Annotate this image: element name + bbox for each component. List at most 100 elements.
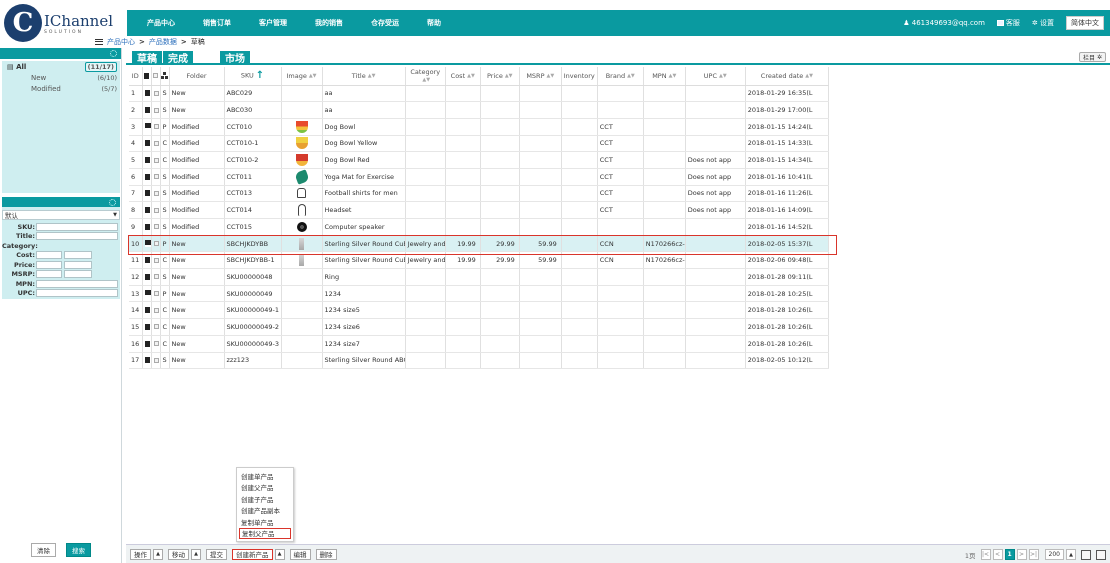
row-select[interactable] <box>151 268 161 286</box>
row-flag[interactable] <box>142 235 152 253</box>
row-select[interactable] <box>151 185 161 203</box>
col-brand[interactable]: Brand ▲▼ <box>597 67 644 86</box>
row-flag[interactable] <box>142 151 152 169</box>
row-select[interactable] <box>151 135 161 153</box>
settings-link[interactable]: ✲ 设置 <box>1032 18 1054 28</box>
table-row[interactable]: 16 C New SKU00000049-3 1234 size7 2018-01-28 … <box>129 335 830 353</box>
row-image[interactable] <box>281 151 323 169</box>
nav-my-sales[interactable]: 我的销售 <box>315 18 343 28</box>
create-dropdown-arrow[interactable]: ▲ <box>274 548 285 560</box>
col-msrp[interactable]: MSRP ▲▼ <box>519 67 562 86</box>
col-created[interactable]: Created date ▲▼ <box>745 67 830 86</box>
row-image[interactable] <box>281 118 323 136</box>
row-image[interactable] <box>281 318 323 336</box>
page-size-arrow[interactable]: ▲ <box>1066 549 1076 560</box>
row-image[interactable] <box>281 235 323 253</box>
cost-min-input[interactable] <box>36 251 62 259</box>
row-flag[interactable] <box>142 185 152 203</box>
menu-create-parent[interactable]: 创建父产品 <box>237 482 293 494</box>
tab-market[interactable]: 市场 <box>220 51 250 65</box>
row-image[interactable] <box>281 135 323 153</box>
row-select[interactable] <box>151 301 161 320</box>
row-select[interactable] <box>151 168 161 186</box>
row-image[interactable] <box>281 251 323 270</box>
table-row[interactable]: 14 C New SKU00000049-1 1234 size5 2018-01-28 … <box>129 301 830 320</box>
table-row[interactable]: 11 C New SBCHJKDYBB-1 Sterling Silver Round … <box>129 251 830 270</box>
col-upc[interactable]: UPC ▲▼ <box>685 67 746 86</box>
create-product-button[interactable]: 创建新产品 <box>232 548 273 560</box>
row-image[interactable] <box>281 285 323 303</box>
table-row[interactable]: 2 S New ABC030 aa 2018-01-29 17:00(L <box>129 101 830 119</box>
cost-max-input[interactable] <box>64 251 92 259</box>
table-row[interactable]: 13 P New SKU00000049 1234 2018-01-28 10:25(L <box>129 285 830 303</box>
table-row[interactable]: 12 S New SKU00000048 Ring 2018-01-28 09:11(L <box>129 268 830 286</box>
menu-copy-single[interactable]: 复制单产品 <box>237 516 293 528</box>
row-select[interactable] <box>151 101 161 119</box>
row-select[interactable] <box>151 335 161 353</box>
nav-help[interactable]: 帮助 <box>427 18 441 28</box>
table-row[interactable]: 17 S New zzz123 Sterling Silver Round ABC 201… <box>129 352 830 370</box>
gear-icon[interactable] <box>110 50 117 57</box>
row-select[interactable] <box>151 235 161 253</box>
col-inventory[interactable]: Inventory <box>561 67 598 86</box>
row-flag[interactable] <box>142 118 152 136</box>
row-flag[interactable] <box>142 101 152 119</box>
menu-create-single[interactable]: 创建单产品 <box>237 470 293 482</box>
save-icon[interactable] <box>1081 549 1091 560</box>
nav-customers[interactable]: 客户管理 <box>259 18 287 28</box>
col-id[interactable]: ID <box>129 67 143 86</box>
delete-button[interactable]: 删除 <box>315 548 337 560</box>
row-select[interactable] <box>151 85 161 103</box>
row-flag[interactable] <box>142 251 152 270</box>
price-min-input[interactable] <box>36 260 62 269</box>
menu-create-copy[interactable]: 创建产品副本 <box>237 505 293 517</box>
table-row[interactable]: 4 C Modified CCT010-1 Dog Bowl Yellow CCT 2018… <box>129 135 830 153</box>
clear-button[interactable]: 清除 <box>31 543 56 557</box>
table-row[interactable]: 15 C New SKU00000049-2 1234 size6 2018-01-28 … <box>129 318 830 336</box>
msrp-min-input[interactable] <box>36 270 62 278</box>
row-image[interactable] <box>281 185 323 203</box>
nav-product-center[interactable]: 产品中心 <box>147 18 175 28</box>
col-flag[interactable] <box>142 67 152 86</box>
search-preset-select[interactable]: 默认 ▼ <box>2 210 120 220</box>
title-input[interactable] <box>36 232 118 240</box>
col-title[interactable]: Title ▲▼ <box>322 67 406 86</box>
row-select[interactable] <box>151 251 161 270</box>
table-row[interactable]: 8 S Modified CCT014 Headset CCT Does not app 20… <box>129 201 830 219</box>
move-button[interactable]: 移动 <box>168 548 189 560</box>
folder-modified[interactable]: Modified (5/7) <box>2 83 120 94</box>
msrp-max-input[interactable] <box>64 270 92 278</box>
tab-complete[interactable]: 完成 <box>163 51 193 65</box>
price-max-input[interactable] <box>64 260 92 269</box>
search-button[interactable]: 搜索 <box>66 543 91 557</box>
menu-icon[interactable] <box>95 39 103 45</box>
user-account[interactable]: ♟ 461349693@qq.com <box>903 19 985 27</box>
row-select[interactable] <box>151 218 161 236</box>
row-select[interactable] <box>151 285 161 303</box>
row-flag[interactable] <box>142 301 152 320</box>
customer-service-link[interactable]: 客服 <box>996 18 1020 28</box>
row-image[interactable] <box>281 201 323 219</box>
row-flag[interactable] <box>142 352 152 370</box>
next-page-button[interactable]: > <box>1016 549 1027 560</box>
folder-all[interactable]: ▤ All (11/17) <box>2 61 120 72</box>
export-icon[interactable] <box>1096 549 1106 560</box>
row-image[interactable] <box>281 168 323 186</box>
row-flag[interactable] <box>142 318 152 336</box>
row-flag[interactable] <box>142 335 152 353</box>
breadcrumb-product-center[interactable]: 产品中心 <box>107 37 135 47</box>
col-type[interactable] <box>160 67 170 86</box>
language-select[interactable]: 简体中文 <box>1066 16 1104 30</box>
row-flag[interactable] <box>142 201 152 219</box>
col-cost[interactable]: Cost ▲▼ <box>445 67 481 86</box>
page-size-select[interactable]: 200 <box>1044 549 1064 560</box>
row-select[interactable] <box>151 151 161 169</box>
folder-new[interactable]: New (6/10) <box>2 72 120 83</box>
col-image[interactable]: Image ▲▼ <box>281 67 323 86</box>
col-sku[interactable]: SKU ↑ <box>224 67 282 86</box>
column-settings-button[interactable]: 栏目 ✲ <box>1079 52 1106 62</box>
menu-copy-parent[interactable]: 复制父产品 <box>239 527 291 539</box>
row-flag[interactable] <box>142 285 152 303</box>
sku-input[interactable] <box>36 222 118 231</box>
row-select[interactable] <box>151 352 161 370</box>
